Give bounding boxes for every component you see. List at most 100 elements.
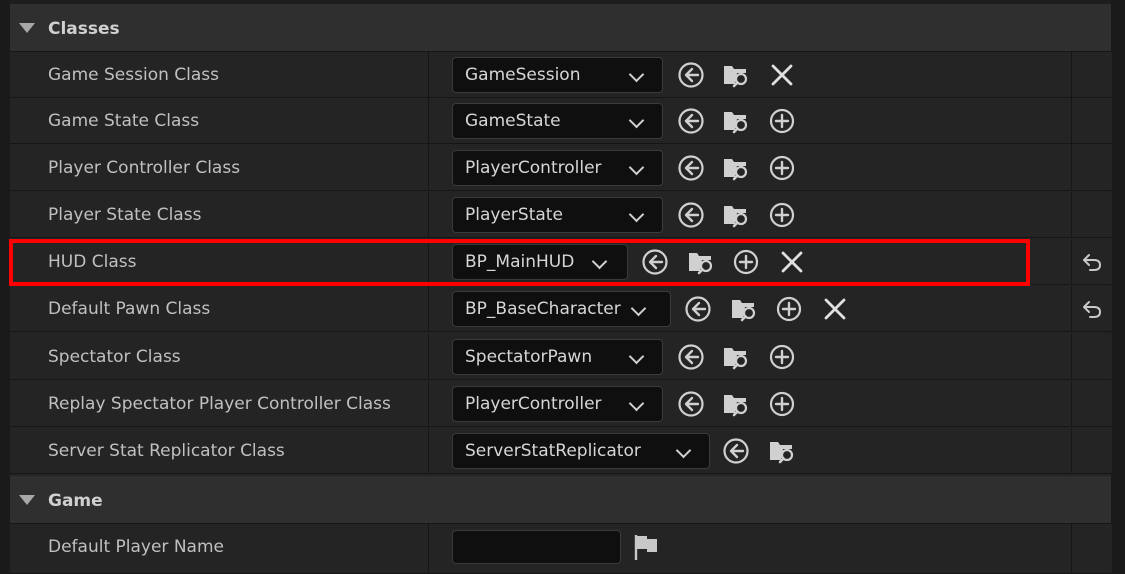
reset-cell [1071,239,1112,284]
property-row-replay-spectator: Replay Spectator Player Controller Class… [10,381,1112,427]
value-cell [429,524,1071,573]
folder-search-icon[interactable] [767,436,797,466]
reset-cell [1071,52,1112,97]
reset-to-default-icon[interactable] [1080,250,1104,274]
add-circle-icon[interactable] [767,389,797,419]
combo-value: BP_BaseCharacter [465,299,621,319]
folder-search-icon[interactable] [721,200,751,230]
value-cell: PlayerController [429,381,1071,426]
browse-back-icon[interactable] [676,389,706,419]
default-player-name-input[interactable] [452,530,621,564]
expand-arrow-icon[interactable] [19,23,35,33]
property-label: HUD Class [48,252,137,272]
browse-back-icon[interactable] [676,106,706,136]
folder-search-icon[interactable] [686,247,716,277]
name-cell: Replay Spectator Player Controller Class [10,381,429,426]
reset-to-default-icon[interactable] [1080,297,1104,321]
browse-back-icon[interactable] [676,60,706,90]
add-circle-icon[interactable] [767,153,797,183]
folder-search-icon[interactable] [721,153,751,183]
combo-value: ServerStatReplicator [465,441,641,461]
browse-back-icon[interactable] [676,153,706,183]
category-game-header[interactable]: Game [10,476,1111,524]
clear-icon[interactable] [767,60,797,90]
property-label: Game State Class [48,111,200,131]
class-picker-combo[interactable]: GameState [452,103,663,139]
name-cell: Player Controller Class [10,145,429,190]
category-classes-header[interactable]: Classes [10,4,1111,52]
property-row-server-stat: Server Stat Replicator Class ServerStatR… [10,428,1112,474]
value-cell: ServerStatReplicator [429,428,1071,473]
property-label: Player State Class [48,205,202,225]
folder-search-icon[interactable] [729,294,759,324]
property-label: Spectator Class [48,347,181,367]
clear-icon[interactable] [777,247,807,277]
reset-cell [1071,286,1112,331]
class-picker-combo[interactable]: BP_BaseCharacter [452,291,671,327]
property-label: Default Player Name [48,537,224,557]
property-row-default-player-name: Default Player Name [10,524,1112,574]
browse-back-icon[interactable] [676,200,706,230]
folder-search-icon[interactable] [721,342,751,372]
property-label: Game Session Class [48,65,220,85]
value-cell: SpectatorPawn [429,334,1071,379]
reset-cell [1071,98,1112,143]
folder-search-icon[interactable] [721,60,751,90]
reset-cell [1071,381,1112,426]
add-circle-icon[interactable] [767,342,797,372]
reset-cell [1071,334,1112,379]
add-circle-icon[interactable] [767,200,797,230]
class-picker-combo[interactable]: GameSession [452,57,663,93]
property-row-player-controller: Player Controller Class PlayerController [10,145,1112,191]
combo-value: BP_MainHUD [465,252,575,272]
category-label: Game [48,491,103,511]
add-circle-icon[interactable] [774,294,804,324]
chevron-down-icon [628,159,645,176]
property-row-default-pawn: Default Pawn Class BP_BaseCharacter [10,286,1112,332]
value-cell: PlayerController [429,145,1071,190]
category-label: Classes [48,19,120,39]
chevron-down-icon [628,395,645,412]
combo-value: PlayerController [465,158,602,178]
class-picker-combo[interactable]: ServerStatReplicator [452,433,710,469]
expand-arrow-icon[interactable] [19,495,35,505]
class-picker-combo[interactable]: PlayerController [452,386,663,422]
name-cell: Server Stat Replicator Class [10,428,429,473]
class-picker-combo[interactable]: SpectatorPawn [452,339,663,375]
name-cell: HUD Class [10,239,429,284]
add-circle-icon[interactable] [767,106,797,136]
folder-search-icon[interactable] [721,389,751,419]
name-cell: Default Pawn Class [10,286,429,331]
chevron-down-icon [591,253,608,270]
chevron-down-icon [628,206,645,223]
class-picker-combo[interactable]: PlayerController [452,150,663,186]
value-cell: BP_BaseCharacter [429,286,1071,331]
property-label: Replay Spectator Player Controller Class [48,394,391,414]
chevron-down-icon [628,348,645,365]
chevron-down-icon [630,300,647,317]
property-row-game-session: Game Session Class GameSession [10,52,1112,98]
combo-value: PlayerController [465,394,602,414]
reset-cell [1071,428,1112,473]
property-row-hud: HUD Class BP_MainHUD [10,239,1112,285]
value-cell: PlayerState [429,192,1071,237]
folder-search-icon[interactable] [721,106,751,136]
class-picker-combo[interactable]: PlayerState [452,197,663,233]
browse-back-icon[interactable] [676,342,706,372]
reset-cell [1071,192,1112,237]
property-label: Server Stat Replicator Class [48,441,285,461]
class-picker-combo[interactable]: BP_MainHUD [452,244,628,280]
property-label: Default Pawn Class [48,299,211,319]
browse-back-icon[interactable] [640,247,670,277]
chevron-down-icon [628,112,645,129]
add-circle-icon[interactable] [731,247,761,277]
browse-back-icon[interactable] [721,436,751,466]
property-row-game-state: Game State Class GameState [10,98,1112,144]
property-row-player-state: Player State Class PlayerState [10,192,1112,238]
combo-value: GameSession [465,65,581,85]
localization-flag-icon[interactable] [631,532,661,562]
clear-icon[interactable] [820,294,850,324]
browse-back-icon[interactable] [683,294,713,324]
combo-value: GameState [465,111,561,131]
value-cell: GameSession [429,52,1071,97]
